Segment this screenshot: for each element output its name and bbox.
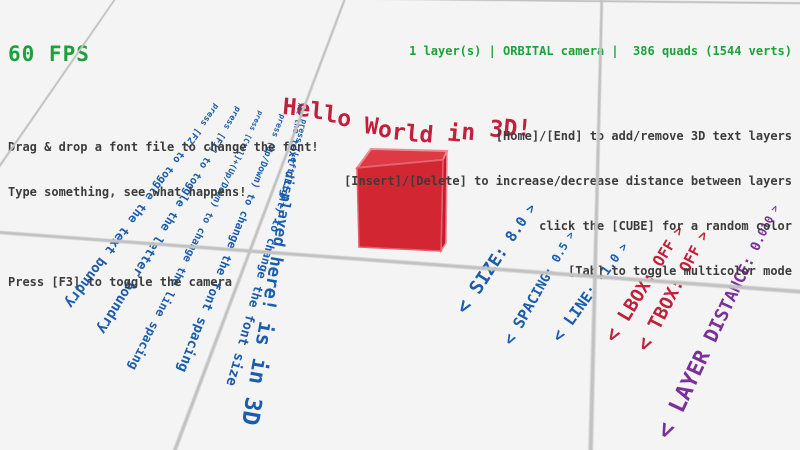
help-spacer	[8, 230, 319, 245]
hud-top-left: 60 FPS Drag & drop a font file to change…	[8, 4, 319, 358]
help-drag-drop: Drag & drop a font file to change the fo…	[8, 140, 319, 155]
hud-top-right: 1 layer(s) | ORBITAL camera | 386 quads …	[344, 6, 792, 347]
help-cube-random-color: click the [CUBE] for a random color	[344, 219, 792, 234]
help-add-remove-layers: [Home]/[End] to add/remove 3D text layer…	[344, 129, 792, 144]
help-multicolor-mode: [Tab] to toggle multicolor mode	[344, 264, 792, 279]
status-line: 1 layer(s) | ORBITAL camera | 386 quads …	[344, 44, 792, 58]
fps-counter: 60 FPS	[8, 42, 319, 66]
right-help-text: [Home]/[End] to add/remove 3D text layer…	[344, 99, 792, 309]
help-type-something: Type something, see what happens!	[8, 185, 319, 200]
help-layer-distance: [Insert]/[Delete] to increase/decrease d…	[344, 174, 792, 189]
left-help-text: Drag & drop a font file to change the fo…	[8, 110, 319, 320]
render-canvas[interactable]: Hello World in 3D! All the text displaye…	[0, 0, 800, 450]
help-toggle-camera: Press [F3] to toggle the camera	[8, 275, 319, 290]
